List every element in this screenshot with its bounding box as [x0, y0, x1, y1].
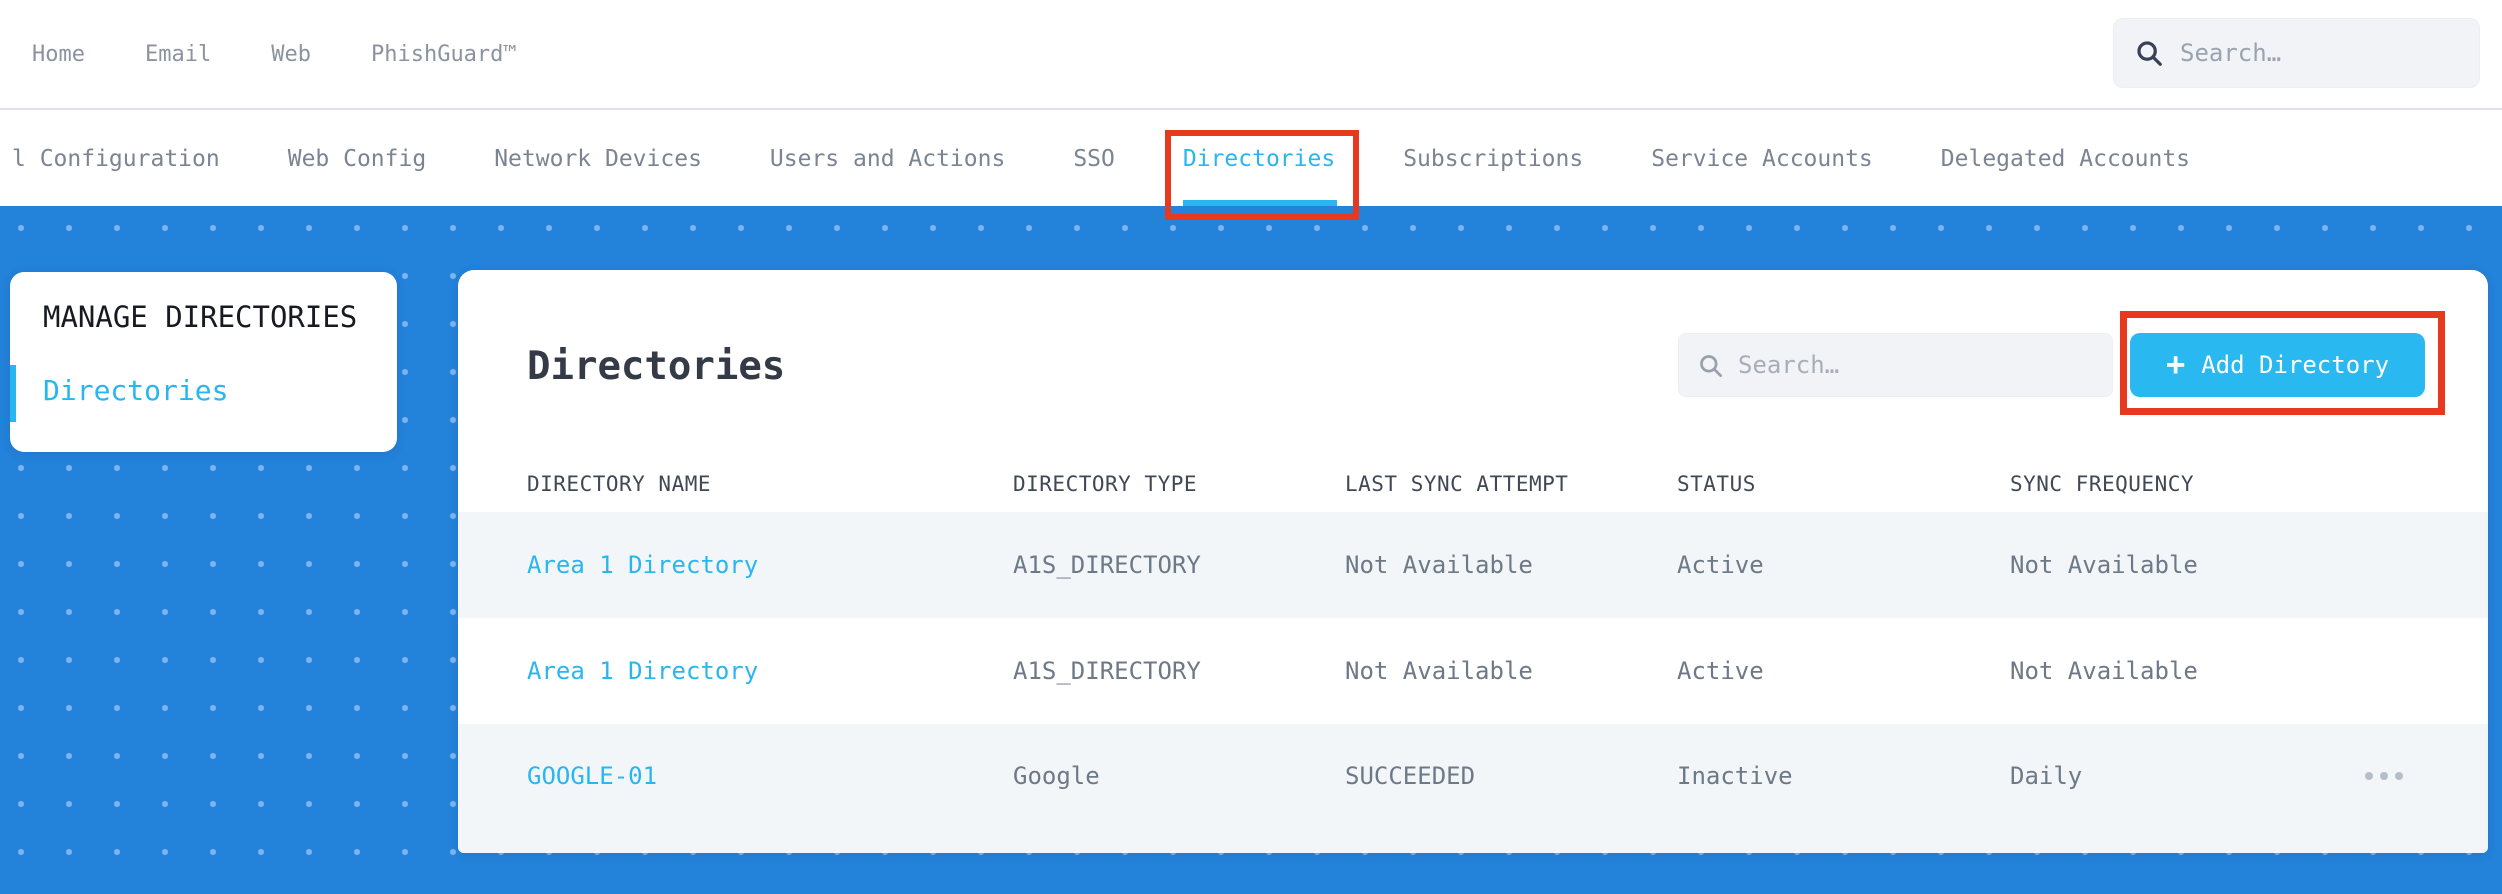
directory-type: A1S_DIRECTORY — [1013, 551, 1201, 579]
status: Inactive — [1677, 762, 1793, 790]
tab-delegated-accounts[interactable]: Delegated Accounts — [1941, 112, 2190, 206]
tab-directories-label: Directories — [1182, 146, 1336, 172]
table-header-row: DIRECTORY NAME DIRECTORY TYPE LAST SYNC … — [458, 455, 2488, 512]
directory-type: A1S_DIRECTORY — [1013, 657, 1201, 685]
last-sync: Not Available — [1345, 551, 1533, 579]
nav-item-home[interactable]: Home — [32, 42, 85, 67]
sync-frequency: Not Available — [2010, 657, 2198, 685]
row-actions-menu-icon[interactable] — [2365, 772, 2488, 780]
page-title: Directories — [527, 344, 786, 389]
tab-network-devices[interactable]: Network Devices — [494, 112, 702, 206]
last-sync: SUCCEEDED — [1345, 762, 1476, 790]
primary-nav: Home Email Web PhishGuard™ — [32, 0, 517, 108]
status: Active — [1677, 551, 1764, 579]
table-row: GOOGLE-01 Google SUCCEEDED Inactive Dail… — [458, 724, 2488, 853]
active-tab-underline — [1182, 200, 1338, 206]
plus-icon: + — [2165, 344, 2186, 383]
sync-frequency: Not Available — [2010, 551, 2198, 579]
global-search — [2113, 18, 2480, 88]
tab-email-configuration[interactable]: l Configuration — [12, 112, 220, 206]
tab-service-accounts[interactable]: Service Accounts — [1651, 112, 1873, 206]
global-search-input[interactable] — [2180, 39, 2459, 67]
tab-directories[interactable]: Directories — [1164, 112, 1360, 220]
tab-web-config[interactable]: Web Config — [288, 112, 426, 206]
manage-directories-card: MANAGE DIRECTORIES Directories — [10, 272, 397, 452]
tab-sso[interactable]: SSO — [1073, 112, 1115, 206]
tab-subscriptions[interactable]: Subscriptions — [1403, 112, 1583, 206]
nav-item-phishguard[interactable]: PhishGuard™ — [371, 42, 517, 67]
search-icon — [2137, 41, 2162, 66]
col-directory-name: DIRECTORY NAME — [527, 471, 712, 496]
top-app-bar: Home Email Web PhishGuard™ — [0, 0, 2502, 110]
directories-panel: Directories + Add Directory DIRECTORY NA… — [458, 270, 2488, 853]
table-row: Area 1 Directory A1S_DIRECTORY Not Avail… — [458, 618, 2488, 724]
add-directory-button[interactable]: + Add Directory — [2130, 333, 2425, 397]
settings-tab-bar: l Configuration Web Config Network Devic… — [0, 112, 2502, 220]
sidebar-item-directories[interactable]: Directories — [43, 374, 228, 407]
sidebar-title: MANAGE DIRECTORIES — [43, 300, 358, 334]
col-status: STATUS — [1677, 471, 1756, 496]
tab-users-and-actions[interactable]: Users and Actions — [770, 112, 1005, 206]
directories-search — [1678, 333, 2113, 397]
directory-type: Google — [1013, 762, 1100, 790]
col-sync-frequency: SYNC FREQUENCY — [2010, 471, 2195, 496]
add-directory-label: Add Directory — [2201, 351, 2390, 379]
nav-item-web[interactable]: Web — [271, 42, 311, 67]
sync-frequency: Daily — [2010, 762, 2083, 790]
directory-name-link[interactable]: GOOGLE-01 — [527, 762, 1013, 790]
table-row: Area 1 Directory A1S_DIRECTORY Not Avail… — [458, 512, 2488, 618]
directories-search-input[interactable] — [1738, 351, 2094, 379]
directory-name-link[interactable]: Area 1 Directory — [527, 657, 1013, 685]
col-directory-type: DIRECTORY TYPE — [1013, 471, 1198, 496]
search-icon — [1700, 354, 1722, 377]
directories-table: DIRECTORY NAME DIRECTORY TYPE LAST SYNC … — [458, 455, 2488, 853]
col-last-sync: LAST SYNC ATTEMPT — [1345, 471, 1569, 496]
nav-item-email[interactable]: Email — [145, 42, 211, 67]
last-sync: Not Available — [1345, 657, 1533, 685]
directory-name-link[interactable]: Area 1 Directory — [527, 551, 1013, 579]
active-item-indicator — [10, 365, 16, 422]
status: Active — [1677, 657, 1764, 685]
